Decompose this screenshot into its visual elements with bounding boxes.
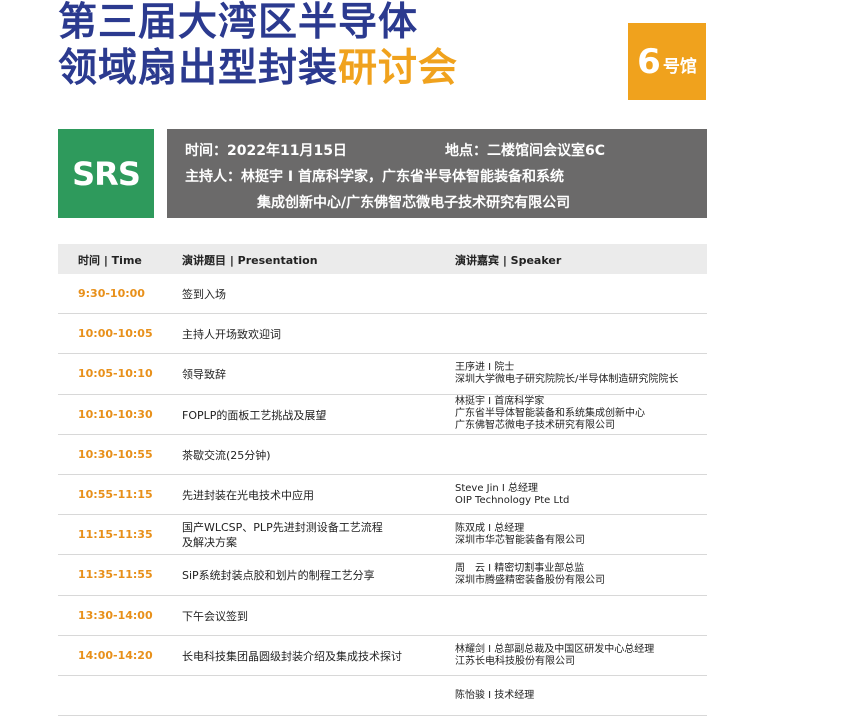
poster-title: 第三届大湾区半导体 领域扇出型封装研讨会 [58,0,458,92]
row-presentation: SiP系统封装点胶和划片的制程工艺分享 [182,568,452,583]
row-speaker: Steve Jin I 总经理 OIP Technology Pte Ltd [455,483,569,507]
event-host-org: 集成创新中心/广东佛智芯微电子技术研究有限公司 [257,195,571,211]
speaker-line: 林耀剑 I 总部副总裁及中国区研发中心总经理 [455,643,655,655]
presentation-line: 国产WLCSP、PLP先进封测设备工艺流程 [182,521,383,535]
speaker-line: 深圳市华芯智能装备有限公司 [455,535,585,547]
row-time: 10:00-10:05 [78,327,153,341]
table-row: 9:30-10:00 签到入场 [58,274,707,315]
title-line-2-main: 领域扇出型封装 [58,46,339,91]
presentation-line: 长电科技集团晶圆级封装介绍及集成技术探讨 [182,649,402,663]
row-time: 10:30-10:55 [78,447,153,461]
table-row: 11:15-11:35 国产WLCSP、PLP先进封测设备工艺流程 及解决方案 陈双成… [58,515,707,556]
presentation-line: 主持人开场致欢迎词 [182,328,281,342]
row-time: 10:55-11:15 [78,487,153,501]
row-speaker: 陈双成 I 总经理 深圳市华芯智能装备有限公司 [455,523,585,547]
presentation-line: 领导致辞 [182,368,226,382]
presentation-line: 茶歇交流(25分钟) [182,448,271,462]
table-row: 13:30-14:00 下午会议签到 [58,596,707,636]
header-speaker: 演讲嘉宾 | Speaker [455,254,562,267]
speaker-line: 江苏长电科技股份有限公司 [455,655,575,667]
agenda-header-row: 时间 | Time 演讲题目 | Presentation 演讲嘉宾 | Spe… [58,244,707,274]
table-row: 11:35-11:55 SiP系统封装点胶和划片的制程工艺分享 周 云 I 精密切割… [58,555,707,596]
event-location: 地点：二楼馆间会议室6C [445,143,606,159]
speaker-line: 深圳市腾盛精密装备股份有限公司 [455,575,605,587]
speaker-line: 陈双成 I 总经理 [455,523,525,535]
presentation-line: SiP系统封装点胶和划片的制程工艺分享 [182,569,375,583]
row-speaker: 王序进 I 院士 深圳大学微电子研究院院长/半导体制造研究院院长 [455,362,678,386]
speaker-line: 广东佛智芯微电子技术研究有限公司 [455,419,615,431]
speaker-line: 王序进 I 院士 [455,362,515,374]
speaker-line: OIP Technology Pte Ltd [455,494,570,506]
row-time: 14:00-14:20 [78,648,153,662]
table-row: 10:00-10:05 主持人开场致欢迎词 [58,314,707,355]
row-time: 9:30-10:00 [78,287,145,300]
row-speaker: 林耀剑 I 总部副总裁及中国区研发中心总经理 江苏长电科技股份有限公司 [455,644,654,668]
speaker-line: Steve Jin I 总经理 [455,482,539,494]
row-time: 11:35-11:55 [78,568,153,582]
presentation-line: 及解决方案 [182,536,237,550]
table-row: 14:00-14:20 长电科技集团晶圆级封装介绍及集成技术探讨 林耀剑 I 总部副… [58,636,707,676]
row-presentation: 领导致辞 [182,367,452,382]
row-speaker: 林挺宇 I 首席科学家 广东省半导体智能装备和系统集成创新中心 广东佛智芯微电子技术… [455,396,645,432]
event-info-box: 时间：2022年11月15日 地点：二楼馆间会议室6C 主持人：林挺宇 I 首席… [167,129,707,218]
row-presentation: 茶歇交流(25分钟) [182,448,452,463]
event-time: 时间：2022年11月15日 [185,143,347,159]
presentation-line: FOPLP的面板工艺挑战及展望 [182,408,327,422]
speaker-line: 林挺宇 I 首席科学家 [455,395,545,407]
row-presentation: 国产WLCSP、PLP先进封测设备工艺流程 及解决方案 [182,520,452,550]
table-row: 陈怡骏 I 技术经理 [58,676,707,716]
row-time: 11:15-11:35 [78,528,153,542]
srs-logo: SRS [58,129,154,218]
agenda-rows: 9:30-10:00 签到入场 10:00-10:05 主持人开场致欢迎词 10:05-… [58,274,707,716]
title-line-2-accent: 研讨会 [338,46,459,91]
hall-text: 号馆 [662,57,697,77]
row-presentation: FOPLP的面板工艺挑战及展望 [182,408,452,423]
row-presentation: 签到入场 [182,287,452,302]
row-presentation: 下午会议签到 [182,609,452,624]
presentation-line: 先进封装在光电技术中应用 [182,488,314,502]
presentation-line: 签到入场 [182,288,226,301]
row-presentation: 长电科技集团晶圆级封装介绍及集成技术探讨 [182,649,452,664]
row-speaker: 周 云 I 精密切割事业部总监 深圳市腾盛精密装备股份有限公司 [455,563,605,587]
title-line-2: 领域扇出型封装研讨会 [58,46,458,92]
row-speaker: 陈怡骏 I 技术经理 [455,690,534,702]
row-time: 10:10-10:30 [78,407,153,421]
speaker-line: 周 云 I 精密切割事业部总监 [455,563,585,575]
speaker-line: 深圳大学微电子研究院院长/半导体制造研究院院长 [455,374,679,386]
row-time: 13:30-14:00 [78,608,153,622]
title-line-1: 第三届大湾区半导体 [58,0,419,45]
table-row: 10:30-10:55 茶歇交流(25分钟) [58,435,707,475]
speaker-line: 广东省半导体智能装备和系统集成创新中心 [455,407,645,419]
agenda-table: 时间 | Time 演讲题目 | Presentation 演讲嘉宾 | Spe… [58,244,707,716]
row-presentation: 先进封装在光电技术中应用 [182,488,452,503]
row-time: 10:05-10:10 [78,367,153,381]
speaker-line: 陈怡骏 I 技术经理 [455,689,535,701]
table-row: 10:10-10:30 FOPLP的面板工艺挑战及展望 林挺宇 I 首席科学家 广东省… [58,395,707,435]
presentation-line: 下午会议签到 [182,609,248,623]
hall-badge: 6 号馆 [628,23,706,100]
row-presentation: 主持人开场致欢迎词 [182,327,452,342]
hall-number: 6 [637,41,661,82]
srs-logo-text: SRS [72,154,141,193]
header-time: 时间 | Time [78,254,142,267]
table-row: 10:55-11:15 先进封装在光电技术中应用 Steve Jin I 总经理 OI… [58,475,707,516]
event-host: 主持人：林挺宇 I 首席科学家，广东省半导体智能装备和系统 [185,169,564,185]
table-row: 10:05-10:10 领导致辞 王序进 I 院士 深圳大学微电子研究院院长/半导体制… [58,354,707,395]
header-presentation: 演讲题目 | Presentation [182,254,318,267]
